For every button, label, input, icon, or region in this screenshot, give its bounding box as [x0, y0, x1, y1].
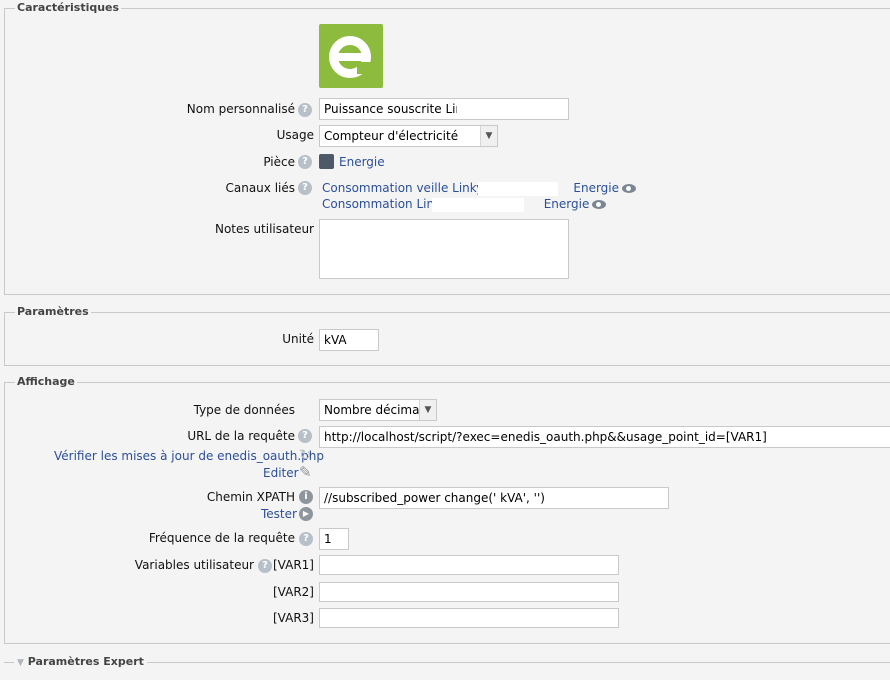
redacted-area [432, 198, 524, 212]
url-label: URL de la requête [187, 429, 295, 443]
nom-label: Nom personnalisé [186, 102, 295, 116]
verifier-link[interactable]: Vérifier les mises à jour de enedis_oaut… [54, 449, 324, 463]
var1-label: [VAR1] [273, 558, 314, 572]
help-icon[interactable]: ? [258, 559, 272, 573]
play-icon[interactable]: ▶ [299, 507, 313, 521]
canal-prefix: Consommation Linky [322, 197, 448, 211]
parametres-legend: Paramètres [15, 305, 91, 318]
affichage-section: Affichage [4, 375, 890, 644]
var2-label: [VAR2] [273, 585, 314, 599]
type-select[interactable]: Nombre décimal ▼ [319, 399, 437, 421]
url-input[interactable]: http://localhost/script/?exec=enedis_oau… [319, 426, 890, 448]
unite-label: Unité [282, 332, 314, 346]
affichage-legend: Affichage [15, 375, 77, 388]
help-icon[interactable]: ? [298, 429, 312, 443]
expand-icon[interactable]: ▼ [17, 658, 24, 668]
room-icon [319, 154, 334, 169]
eye-icon[interactable] [622, 184, 637, 193]
piece-link[interactable]: Energie [339, 155, 385, 169]
canaux-label: Canaux liés [225, 181, 295, 195]
notes-label: Notes utilisateur [214, 222, 314, 236]
caracteristiques-legend: Caractéristiques [15, 1, 122, 14]
type-value: Nombre décimal [324, 403, 423, 417]
type-label: Type de données [193, 403, 295, 417]
var3-label: [VAR3] [273, 611, 314, 625]
device-logo-icon [319, 24, 383, 88]
freq-label: Fréquence de la requête [148, 531, 295, 545]
help-icon[interactable]: ? [298, 181, 312, 195]
canal-suffix: Energie [543, 197, 590, 211]
xpath-label: Chemin XPATH [206, 490, 295, 504]
unite-input[interactable]: kVA [319, 329, 379, 351]
refresh-icon[interactable]: ↻ [299, 446, 312, 464]
canal-prefix: Consommation veille Linky [322, 181, 484, 195]
chevron-down-icon[interactable]: ▼ [419, 400, 436, 420]
editer-link[interactable]: Editer [263, 466, 299, 480]
var2-input[interactable] [319, 582, 619, 602]
freq-value: 1 [324, 532, 332, 546]
unite-value: kVA [324, 333, 347, 347]
url-value: http://localhost/script/?exec=enedis_oau… [324, 430, 767, 444]
freq-input[interactable]: 1 [319, 528, 349, 550]
tester-link[interactable]: Tester [261, 507, 297, 521]
expert-legend: Paramètres Expert [27, 655, 144, 668]
piece-label: Pièce [263, 155, 295, 169]
usage-label: Usage [276, 128, 314, 142]
usage-value: Compteur d'électricité [324, 129, 459, 143]
eye-icon[interactable] [592, 200, 607, 209]
parametres-section: Paramètres [4, 305, 890, 366]
info-icon[interactable]: i [299, 490, 313, 504]
help-icon[interactable]: ? [299, 532, 313, 546]
usage-select[interactable]: Compteur d'électricité ▼ [319, 125, 498, 147]
var1-input[interactable] [319, 555, 619, 575]
help-icon[interactable]: ? [298, 103, 312, 117]
notes-textarea[interactable] [319, 219, 569, 279]
edit-icon[interactable]: ✎ [299, 463, 312, 481]
redacted-area [457, 101, 557, 116]
help-icon[interactable]: ? [298, 155, 312, 169]
redacted-area [478, 182, 558, 196]
vars-label: Variables utilisateur [134, 558, 254, 572]
xpath-input[interactable]: //subscribed_power change(' kVA', '') [319, 487, 669, 509]
nom-value: Puissance souscrite Linky [324, 102, 477, 116]
var3-input[interactable] [319, 608, 619, 628]
canal-suffix: Energie [573, 181, 620, 195]
expert-section-header[interactable]: ▼ Paramètres Expert [14, 655, 147, 668]
chevron-down-icon[interactable]: ▼ [480, 126, 497, 146]
xpath-value: //subscribed_power change(' kVA', '') [324, 491, 545, 505]
